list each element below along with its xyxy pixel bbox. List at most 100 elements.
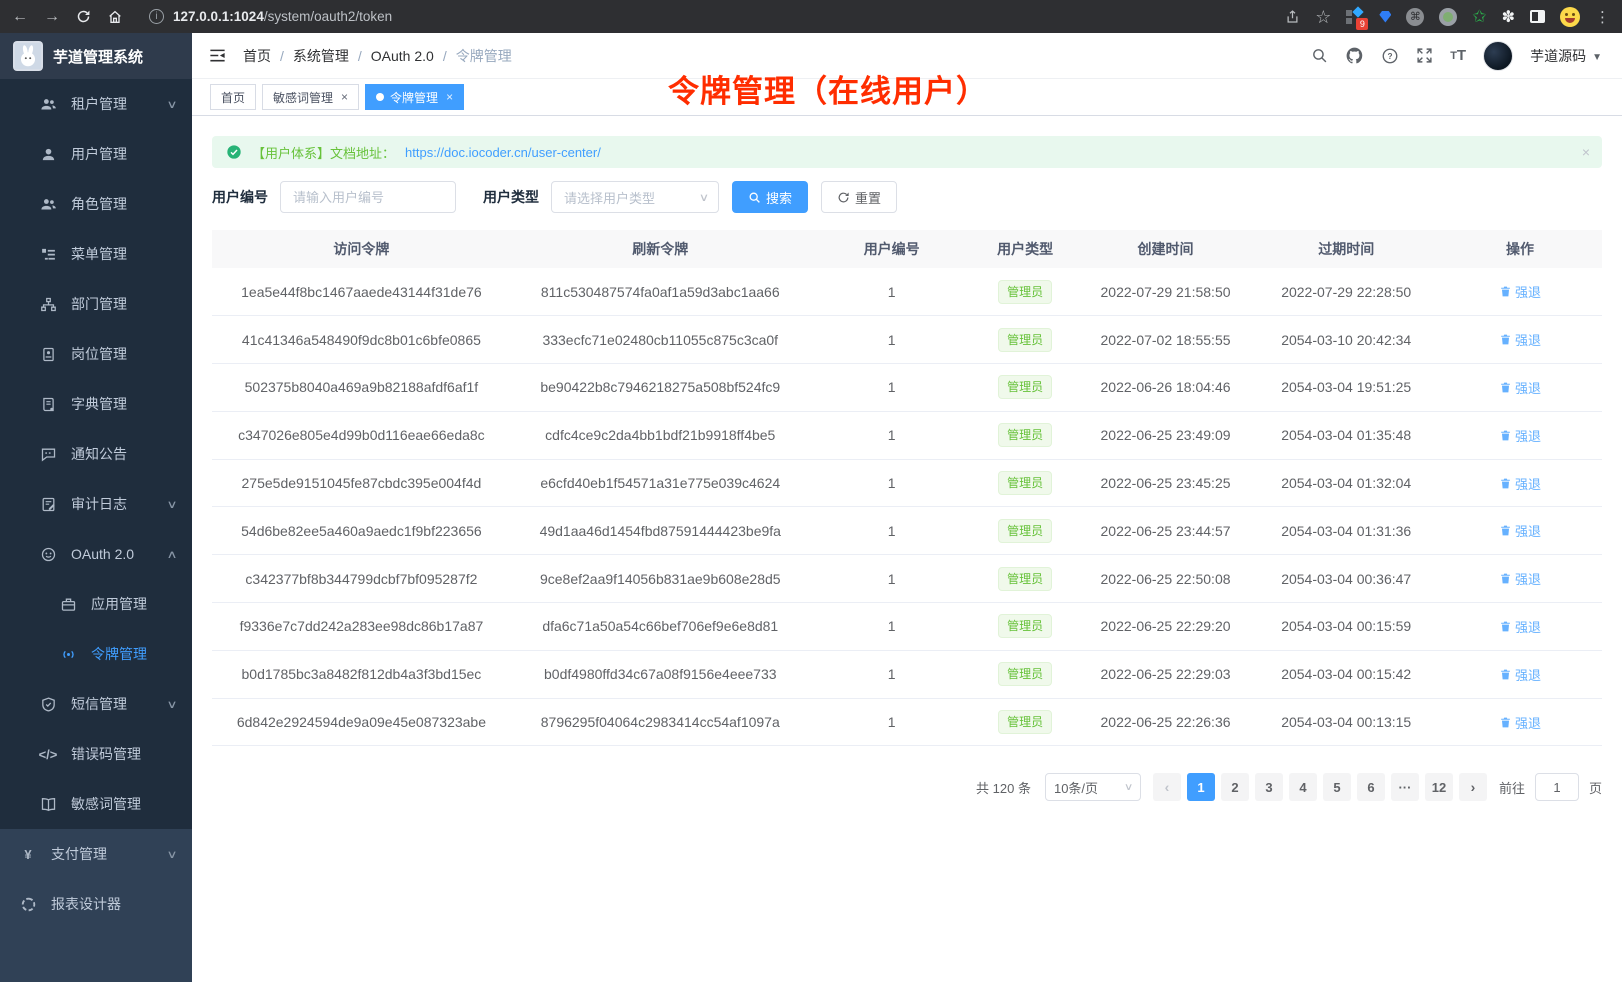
breadcrumb-item[interactable]: 系统管理: [293, 46, 349, 66]
user-type-label: 用户类型: [483, 187, 539, 207]
sidebar-item[interactable]: 岗位管理: [0, 329, 192, 379]
breadcrumb-item[interactable]: OAuth 2.0: [371, 48, 434, 64]
goto-page-input[interactable]: [1535, 773, 1579, 801]
force-logout-button[interactable]: 强退: [1499, 282, 1541, 301]
user-id-cell: 1: [810, 364, 974, 412]
sidebar-item[interactable]: </>错误码管理: [0, 729, 192, 779]
alert-doc-link[interactable]: https://doc.iocoder.cn/user-center/: [405, 145, 601, 160]
recorder-extension-icon[interactable]: [1439, 8, 1457, 26]
extension-badge-icon[interactable]: 9: [1346, 8, 1364, 26]
reset-button[interactable]: 重置: [821, 181, 897, 213]
sidebar-item[interactable]: 短信管理∨: [0, 679, 192, 729]
next-page-button[interactable]: ›: [1459, 773, 1487, 801]
search-icon[interactable]: [1311, 47, 1328, 64]
fullscreen-icon[interactable]: [1416, 47, 1433, 64]
trash-icon: [1499, 285, 1512, 298]
app-logo[interactable]: 芋道管理系统: [0, 33, 192, 79]
sidebar-item[interactable]: OAuth 2.0∧: [0, 529, 192, 579]
search-button[interactable]: 搜索: [732, 181, 808, 213]
force-logout-button[interactable]: 强退: [1499, 665, 1541, 684]
alert-close-icon[interactable]: ×: [1582, 144, 1590, 160]
extensions-puzzle-icon[interactable]: ✽: [1502, 7, 1515, 27]
gem-extension-icon[interactable]: [1379, 11, 1391, 23]
user-type-cell: 管理员: [974, 698, 1077, 746]
appcase-icon: [58, 596, 78, 613]
force-logout-button[interactable]: 强退: [1499, 426, 1541, 445]
page-size-select[interactable]: 10条/页 ∨: [1045, 773, 1141, 801]
sidebar-item[interactable]: 敏感词管理: [0, 779, 192, 829]
user-avatar[interactable]: [1483, 41, 1513, 71]
user-id-cell: 1: [810, 507, 974, 555]
success-check-icon: [226, 144, 242, 160]
prev-page-button[interactable]: ‹: [1153, 773, 1181, 801]
table-column-header: 操作: [1438, 230, 1602, 268]
force-logout-button[interactable]: 强退: [1499, 474, 1541, 493]
force-logout-button[interactable]: 强退: [1499, 617, 1541, 636]
table-row: 54d6be82ee5a460a9aedc1f9bf22365649d1aa46…: [212, 507, 1602, 555]
force-logout-button[interactable]: 强退: [1499, 378, 1541, 397]
pagination: 共 120 条 10条/页 ∨ ‹123456···12› 前往 页: [212, 773, 1602, 801]
user-type-badge: 管理员: [998, 614, 1052, 638]
sidebar-item[interactable]: ¥支付管理∨: [0, 829, 192, 879]
user-type-select[interactable]: 请选择用户类型 ∨: [551, 181, 719, 213]
sidebar-item[interactable]: 角色管理: [0, 179, 192, 229]
page-number-button[interactable]: 12: [1425, 773, 1453, 801]
page-number-button[interactable]: 2: [1221, 773, 1249, 801]
tag-tab[interactable]: 令牌管理×: [365, 84, 464, 110]
side-panel-icon[interactable]: [1530, 10, 1545, 23]
browser-menu-icon[interactable]: ⋮: [1595, 8, 1610, 26]
sidebar-item[interactable]: 字典管理: [0, 379, 192, 429]
sidebar-item-label: 通知公告: [71, 444, 127, 464]
sidebar-item[interactable]: 通知公告: [0, 429, 192, 479]
created-time-cell: 2022-07-02 18:55:55: [1077, 316, 1255, 364]
home-icon[interactable]: [107, 9, 123, 25]
user-id-cell: 1: [810, 316, 974, 364]
created-time-cell: 2022-07-29 21:58:50: [1077, 268, 1255, 316]
page-number-button[interactable]: 1: [1187, 773, 1215, 801]
user-menu[interactable]: 芋道源码 ▼: [1530, 46, 1602, 66]
share-icon[interactable]: [1285, 9, 1300, 25]
sidebar-item[interactable]: 部门管理: [0, 279, 192, 329]
github-icon[interactable]: [1345, 46, 1364, 65]
force-logout-button[interactable]: 强退: [1499, 330, 1541, 349]
more-pages-button[interactable]: ···: [1391, 773, 1419, 801]
font-size-icon[interactable]: TT: [1450, 47, 1466, 64]
sidebar-item-label: 短信管理: [71, 694, 127, 714]
chevron-up-icon: ∧: [166, 548, 177, 561]
sidebar-item[interactable]: 用户管理: [0, 129, 192, 179]
action-cell: 强退: [1438, 650, 1602, 698]
url-bar[interactable]: i 127.0.0.1:1024/system/oauth2/token: [139, 9, 1269, 24]
page-number-button[interactable]: 6: [1357, 773, 1385, 801]
reload-icon[interactable]: [76, 9, 91, 24]
site-info-icon[interactable]: i: [149, 9, 164, 24]
user-id-input[interactable]: [280, 181, 456, 213]
command-extension-icon[interactable]: ⌘: [1406, 8, 1424, 26]
refresh-token-cell: 49d1aa46d1454fbd87591444423be9fa: [511, 507, 810, 555]
breadcrumb-item[interactable]: 首页: [243, 46, 271, 66]
sidebar-item[interactable]: 令牌管理: [0, 629, 192, 679]
sidebar-item[interactable]: 菜单管理: [0, 229, 192, 279]
page-number-button[interactable]: 3: [1255, 773, 1283, 801]
forward-icon[interactable]: →: [44, 9, 60, 25]
sidebar-item[interactable]: 应用管理: [0, 579, 192, 629]
green-star-extension-icon[interactable]: ✩: [1472, 7, 1486, 27]
force-logout-button[interactable]: 强退: [1499, 569, 1541, 588]
tab-close-icon[interactable]: ×: [446, 90, 453, 104]
sidebar-item[interactable]: 报表设计器: [0, 879, 192, 929]
sidebar-item[interactable]: 审计日志∨: [0, 479, 192, 529]
tab-close-icon[interactable]: ×: [341, 90, 348, 104]
force-logout-button[interactable]: 强退: [1499, 713, 1541, 732]
profile-avatar-icon[interactable]: [1560, 7, 1580, 27]
tag-tab[interactable]: 敏感词管理×: [262, 84, 359, 110]
back-icon[interactable]: ←: [12, 9, 28, 25]
user-type-badge: 管理员: [998, 423, 1052, 447]
tag-tab[interactable]: 首页: [210, 84, 256, 110]
page-number-button[interactable]: 4: [1289, 773, 1317, 801]
sidebar-item[interactable]: 租户管理∨: [0, 79, 192, 129]
force-logout-button[interactable]: 强退: [1499, 521, 1541, 540]
chevron-down-icon: ∨: [699, 191, 709, 204]
bookmark-star-icon[interactable]: ☆: [1315, 8, 1331, 26]
help-icon[interactable]: ?: [1381, 47, 1399, 65]
sidebar-fold-icon[interactable]: [208, 46, 227, 65]
page-number-button[interactable]: 5: [1323, 773, 1351, 801]
